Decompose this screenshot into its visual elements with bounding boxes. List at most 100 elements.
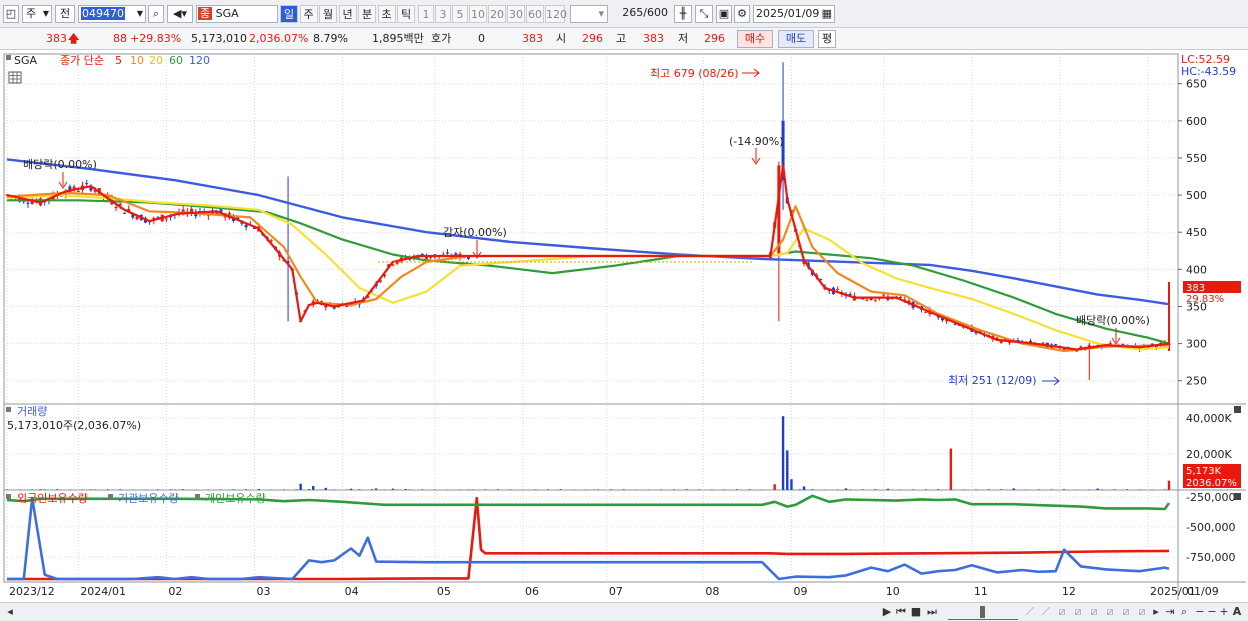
holding-lines <box>6 494 1171 581</box>
code-input[interactable]: 049470 ▼ <box>78 5 146 23</box>
individual-holding-title[interactable]: 개인보유수량 <box>205 492 266 505</box>
next-icon[interactable]: ▸ <box>1150 604 1162 620</box>
dividend-annotation-1: 배당락(0.00%) <box>23 158 97 171</box>
scale-icon[interactable]: ⟋ <box>1024 604 1036 620</box>
volume-bar <box>106 489 109 490</box>
scale-icon[interactable]: ⧄ <box>1104 604 1116 620</box>
interval-button-120[interactable]: 120 <box>545 5 567 23</box>
period-button-0[interactable]: 일 <box>280 5 298 23</box>
volume-title[interactable]: 거래량 <box>17 405 47 418</box>
price-tick-label: 600 <box>1186 115 1207 128</box>
volume-bar <box>1126 489 1129 490</box>
trade-amount: 1,895백만 <box>372 32 424 45</box>
legend-stock-name[interactable]: SGA <box>14 54 38 67</box>
text-tool-icon[interactable]: A <box>1230 604 1244 620</box>
down-arrow-icon <box>751 148 761 165</box>
buy-button[interactable]: 매수 <box>737 30 773 48</box>
legend-ma20[interactable]: 20 <box>149 54 163 67</box>
legend-ma5[interactable]: 5 <box>115 54 122 67</box>
period-button-4[interactable]: 분 <box>358 5 376 23</box>
period-button-1[interactable]: 주 <box>299 5 318 23</box>
rewind-icon[interactable]: ⏮ <box>895 604 907 620</box>
scroll-left-icon[interactable]: ◂ <box>4 604 16 620</box>
date-input[interactable]: 2025/01/09 ▦ <box>753 5 835 23</box>
interval-button-20[interactable]: 20 <box>488 5 506 23</box>
date-tick-label: 03 <box>257 585 271 598</box>
zoom-icon[interactable]: ⌕ <box>1178 604 1190 620</box>
legend-marker <box>6 494 11 499</box>
legend-ma10[interactable]: 10 <box>130 54 144 67</box>
plus-icon[interactable]: + <box>1218 604 1230 620</box>
candle-icon[interactable]: ╫ <box>674 5 692 23</box>
search-icon[interactable]: ⌕ <box>148 5 164 23</box>
legend-ma-title[interactable]: 종가 단순 <box>60 54 104 67</box>
volume-bar <box>660 489 663 490</box>
volume-bar <box>282 489 285 490</box>
panel-close-icon[interactable] <box>1234 493 1241 500</box>
candle-body <box>1054 344 1058 346</box>
scale-icon[interactable]: ⧄ <box>1136 604 1148 620</box>
scale-icon[interactable]: ⧄ <box>1088 604 1100 620</box>
window-menu-icon[interactable]: ◰ <box>3 5 19 23</box>
stop-icon[interactable]: ■ <box>910 604 922 620</box>
play-icon[interactable]: ▶ <box>881 604 893 620</box>
scale-icon[interactable]: ⧄ <box>1120 604 1132 620</box>
volume-bar <box>1037 489 1040 490</box>
zoom-slider[interactable] <box>948 604 1018 620</box>
period-button-5[interactable]: 초 <box>377 5 396 23</box>
interval-button-30[interactable]: 30 <box>507 5 525 23</box>
sound-icon[interactable]: ◀▾ <box>167 5 193 23</box>
scale-icon[interactable]: ⟋ <box>1040 604 1052 620</box>
scale-icon[interactable]: ⧄ <box>1072 604 1084 620</box>
candle-body <box>114 207 118 209</box>
gear-icon[interactable]: ⚙ <box>734 5 750 23</box>
interval-button-3[interactable]: 3 <box>435 5 451 23</box>
period-button-2[interactable]: 월 <box>319 5 337 23</box>
stock-chart[interactable]: 2503003504004505005506006502023/12 2024/0… <box>0 50 1248 602</box>
sell-button[interactable]: 매도 <box>778 30 814 48</box>
table-icon[interactable] <box>8 71 22 84</box>
candle-series <box>5 62 1171 380</box>
volume-bar <box>697 489 701 490</box>
count-display[interactable]: 265/600 <box>612 5 668 23</box>
interval-button-60[interactable]: 60 <box>526 5 544 23</box>
hc-label: HC:-43.59 <box>1181 65 1236 78</box>
panel-close-icon[interactable] <box>1234 406 1241 413</box>
up-arrow-icon: 🡅 <box>68 32 80 45</box>
zoom-out-icon[interactable]: − <box>1206 604 1218 620</box>
toolbar: ◰ 주 ▼ 전 049470 ▼ ⌕ ◀▾ 종 SGA 일주월년분초틱 1 3 5 10 2… <box>0 0 1248 28</box>
interval-button-1[interactable]: 1 <box>418 5 434 23</box>
period-button-3[interactable]: 년 <box>338 5 357 23</box>
market-select[interactable]: 주 ▼ <box>22 5 52 23</box>
draw-tool-icon[interactable]: ⤡ <box>695 5 713 23</box>
scale-icon[interactable]: ⧄ <box>1056 604 1068 620</box>
volume-bar <box>849 489 852 490</box>
volume-bar <box>219 489 222 490</box>
eval-button[interactable]: 평 <box>818 30 836 48</box>
volume-bar <box>798 489 801 490</box>
end-icon[interactable]: ⇥ <box>1164 604 1176 620</box>
institution-holding-title[interactable]: 기관보유수량 <box>118 492 179 505</box>
stock-name-field[interactable]: 종 SGA <box>196 5 278 23</box>
volume-pct: 2,036.07% <box>249 32 309 45</box>
prev-button[interactable]: 전 <box>55 5 75 23</box>
save-icon[interactable]: ▣ <box>716 5 732 23</box>
interval-select[interactable]: ▾ <box>570 5 608 23</box>
forward-icon[interactable]: ⏭ <box>926 604 938 620</box>
last-price-tag-text: 383 <box>1186 283 1205 294</box>
volume-bar <box>56 489 59 490</box>
volume-bar <box>43 489 46 490</box>
legend-ma60[interactable]: 60 <box>169 54 183 67</box>
interval-button-5[interactable]: 5 <box>452 5 468 23</box>
date-tick-label: 04 <box>345 585 359 598</box>
legend-ma120[interactable]: 120 <box>189 54 210 67</box>
volume-bar <box>802 486 806 490</box>
volume-bar <box>182 489 185 490</box>
interval-button-10[interactable]: 10 <box>469 5 487 23</box>
capital-reduction-annotation: 감자(0.00%) <box>443 226 507 239</box>
volume-bar <box>534 489 537 490</box>
foreign-holding-title[interactable]: 외국인보유수량 <box>17 492 88 505</box>
zoom-slider-handle[interactable] <box>980 606 985 618</box>
minus-icon[interactable]: − <box>1194 604 1206 620</box>
period-button-6[interactable]: 틱 <box>397 5 415 23</box>
